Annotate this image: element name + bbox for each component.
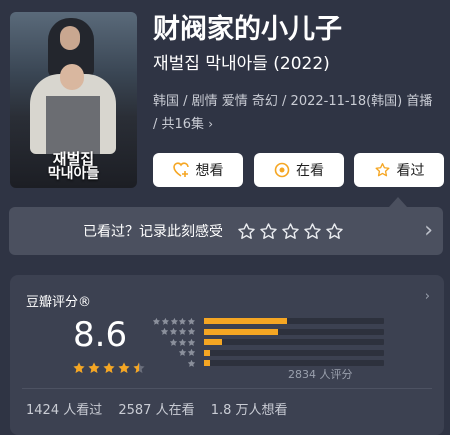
rating-card[interactable]: 豆瓣评分® › 8.6 2834 人评分 1424 人看过 2587 人在看 1… [10,275,444,435]
circle-dot-icon [274,162,290,178]
rating-star-icon [118,362,130,373]
distribution-bar [204,318,287,324]
distribution-row [152,317,384,325]
small-star-icon [170,317,178,325]
distribution-track [204,349,384,356]
rating-star-icon [133,362,145,373]
rating-count: 2834 人评分 [288,368,353,381]
poster-image[interactable]: 재벌집 막내아들 [10,12,137,188]
audience-stats: 1424 人看过 2587 人在看 1.8 万人想看 [26,399,300,418]
small-star-icon [187,348,196,356]
watched-label: 看过 [396,163,425,179]
popover-pointer [389,197,407,207]
heart-plus-icon [172,162,190,178]
distribution-bar [204,328,278,335]
poster-title-line1: 재벌집 [52,150,95,168]
small-star-icon [187,327,196,335]
star-outline-icon[interactable] [303,222,322,241]
small-star-icon [179,317,187,325]
small-star-icon [161,317,169,325]
distribution-bar [204,339,222,345]
rating-score: 8.6 [73,315,128,355]
small-star-icon [178,338,187,346]
rating-chevron-icon[interactable]: › [425,289,430,304]
star-outline-icon [374,162,391,178]
small-star-icon [169,338,178,346]
distribution-stars [152,327,196,336]
distribution-row [152,327,384,336]
rating-star-icon [88,362,100,373]
poster-face-front [60,64,84,90]
distribution-bar [204,349,210,356]
page-title: 财阀家的小儿子 [153,14,342,45]
small-star-icon [178,348,187,356]
distribution-row [152,338,384,346]
watching-label: 在看 [296,163,324,179]
want-to-watch-button[interactable]: 想看 [153,153,243,187]
small-star-icon [160,327,169,335]
star-outline-icon[interactable] [237,222,256,241]
rating-stars [72,361,146,375]
distribution-stars [152,359,196,368]
watched-count: 1424 人看过 [26,403,103,418]
distribution-stars [152,317,196,326]
divider [22,388,432,389]
poster-title-line2: 막내아들 [47,166,100,182]
distribution-row [152,348,384,357]
distribution-bar [204,360,210,366]
meta-info[interactable]: 韩国 / 剧情 爱情 奇幻 / 2022-11-18(韩国) 首播 / 共16集… [153,90,438,136]
rating-stars-input[interactable] [237,222,344,241]
poster-vest [46,96,100,154]
distribution-stars [152,338,196,347]
rating-label: 豆瓣评分® [26,295,92,310]
want-to-watch-label: 想看 [195,163,224,179]
rating-star-icon [73,362,85,373]
small-star-icon [188,317,196,325]
star-outline-icon[interactable] [259,222,278,241]
meta-text: 韩国 / 剧情 爱情 奇幻 / 2022-11-18(韩国) 首播 / 共16集 [153,94,433,132]
watching-count: 2587 人在看 [118,403,195,418]
small-star-icon [178,327,187,335]
star-outline-icon[interactable] [281,222,300,241]
small-star-icon [187,359,196,367]
watching-button[interactable]: 在看 [254,153,344,187]
distribution-track [204,328,384,335]
distribution-track [204,339,384,345]
original-title: 재벌집 막내아들 (2022) [153,54,330,74]
want-count: 1.8 万人想看 [210,403,288,418]
distribution-track [204,318,384,324]
small-star-icon [187,338,196,346]
distribution-stars [152,348,196,357]
poster-face-back [60,26,80,50]
record-feeling-text: 已看过？记录此刻感受 [83,224,223,240]
rating-star-icon [103,362,115,373]
watched-button[interactable]: 看过 [354,153,444,187]
meta-chevron-icon: › [208,117,214,131]
small-star-icon [152,317,160,325]
record-chevron-icon: › [424,218,433,243]
star-outline-icon[interactable] [325,222,344,241]
record-feeling-bar[interactable]: 已看过？记录此刻感受 › [9,207,443,255]
poster-title: 재벌집 막내아들 [10,152,137,182]
small-star-icon [169,327,178,335]
